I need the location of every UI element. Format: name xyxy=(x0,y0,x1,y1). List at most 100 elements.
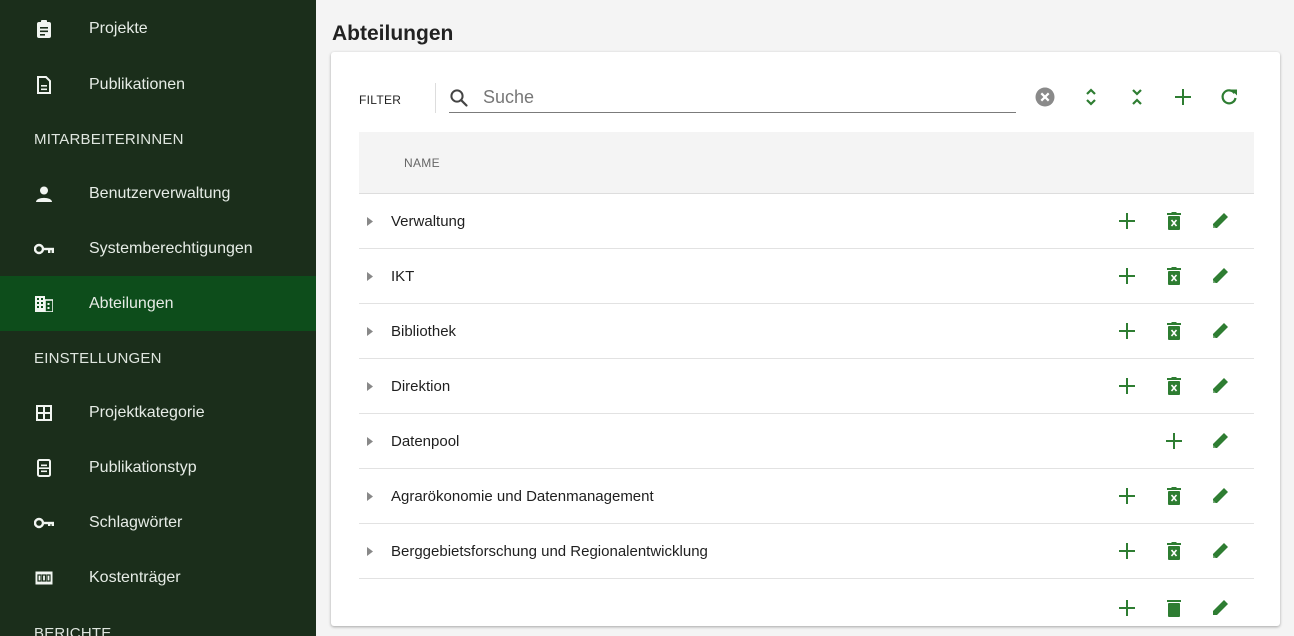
table-row[interactable]: Berggebietsforschung und Regionalentwick… xyxy=(359,524,1254,579)
expand-caret-icon[interactable] xyxy=(365,491,375,501)
add-subdepartment-button[interactable] xyxy=(1116,265,1138,287)
table-row-partial xyxy=(359,579,1254,626)
expand-all-button[interactable] xyxy=(1081,84,1101,110)
plus-icon xyxy=(1119,600,1135,616)
plus-icon xyxy=(1119,213,1135,229)
add-subdepartment-button[interactable] xyxy=(1116,375,1138,397)
delete-button[interactable] xyxy=(1163,265,1185,287)
add-subdepartment-button[interactable] xyxy=(1116,210,1138,232)
expand-caret-icon[interactable] xyxy=(365,271,375,281)
sidebar-item-abteilungen[interactable]: Abteilungen xyxy=(0,276,316,331)
pencil-icon xyxy=(1213,488,1228,503)
form-icon xyxy=(34,458,54,478)
sidebar-item-kostentraeger[interactable]: Kostenträger xyxy=(0,550,316,605)
table-row[interactable]: Datenpool xyxy=(359,414,1254,469)
counter-icon xyxy=(34,568,54,588)
delete-icon xyxy=(1167,377,1181,395)
plus-icon xyxy=(1119,378,1135,394)
clear-icon xyxy=(1035,87,1055,107)
clear-search-button[interactable] xyxy=(1035,84,1055,110)
add-subdepartment-button[interactable] xyxy=(1116,597,1138,619)
sidebar-item-systemberechtigungen[interactable]: Systemberechtigungen xyxy=(0,221,316,276)
toolbar-actions xyxy=(1035,84,1265,110)
department-name: Datenpool xyxy=(391,432,460,450)
expand-caret-icon[interactable] xyxy=(365,436,375,446)
sidebar-section-berichte: BERICHTE xyxy=(34,625,112,636)
add-department-button[interactable] xyxy=(1173,84,1193,110)
add-subdepartment-button[interactable] xyxy=(1116,540,1138,562)
edit-button[interactable] xyxy=(1209,265,1231,287)
filter-toolbar: FILTER xyxy=(359,76,1255,120)
delete-button[interactable] xyxy=(1163,597,1185,619)
row-actions xyxy=(1114,304,1254,359)
delete-button[interactable] xyxy=(1163,485,1185,507)
pencil-icon xyxy=(1213,543,1228,558)
edit-button[interactable] xyxy=(1209,597,1231,619)
sidebar-item-label: Projektkategorie xyxy=(89,403,205,421)
delete-button[interactable] xyxy=(1163,540,1185,562)
table-row[interactable]: Bibliothek xyxy=(359,304,1254,359)
clipboard-icon xyxy=(34,19,54,39)
table-row[interactable]: IKT xyxy=(359,249,1254,304)
key-icon xyxy=(34,239,54,259)
expand-caret-icon[interactable] xyxy=(365,546,375,556)
toolbar-divider xyxy=(435,83,437,113)
table-body: Verwaltung IKT Bibliothek Direktion Datenpoo… xyxy=(359,194,1254,626)
add-subdepartment-button[interactable] xyxy=(1116,485,1138,507)
edit-button[interactable] xyxy=(1209,320,1231,342)
sidebar-item-label: Systemberechtigungen xyxy=(89,239,253,257)
plus-icon xyxy=(1166,433,1182,449)
delete-button[interactable] xyxy=(1163,210,1185,232)
table-row[interactable]: Direktion xyxy=(359,359,1254,414)
search-field xyxy=(449,83,1016,113)
edit-button[interactable] xyxy=(1209,540,1231,562)
row-actions xyxy=(1114,249,1254,304)
sidebar-item-label: Schlagwörter xyxy=(89,513,183,531)
department-name: Bibliothek xyxy=(391,322,457,340)
unfold-less-icon xyxy=(1132,89,1142,105)
table-row[interactable]: Verwaltung xyxy=(359,194,1254,249)
row-actions xyxy=(1114,414,1254,469)
department-name: Verwaltung xyxy=(391,212,466,230)
expand-caret-icon[interactable] xyxy=(365,326,375,336)
delete-button[interactable] xyxy=(1163,320,1185,342)
delete-icon xyxy=(1167,542,1181,560)
unfold-more-icon xyxy=(1086,88,1096,106)
search-input[interactable] xyxy=(483,87,1003,108)
delete-icon xyxy=(1167,600,1181,617)
plus-icon xyxy=(1175,89,1191,105)
person-icon xyxy=(34,184,54,204)
table-row[interactable]: Agrarökonomie und Datenmanagement xyxy=(359,469,1254,524)
sidebar-item-label: Projekte xyxy=(89,19,148,37)
column-header-name[interactable]: NAME xyxy=(404,156,440,170)
search-icon xyxy=(449,88,469,108)
departments-table: NAME Verwaltung IKT Bibliothek Direktion Dat… xyxy=(359,132,1254,626)
edit-button[interactable] xyxy=(1209,485,1231,507)
row-actions xyxy=(1114,579,1254,626)
expand-caret-icon[interactable] xyxy=(365,216,375,226)
pencil-icon xyxy=(1213,213,1228,228)
collapse-all-button[interactable] xyxy=(1127,84,1147,110)
refresh-button[interactable] xyxy=(1219,84,1239,110)
sidebar-item-projektkategorie[interactable]: Projektkategorie xyxy=(0,385,316,440)
sidebar-item-publikationen[interactable]: Publikationen xyxy=(0,57,316,112)
sidebar-item-label: Kostenträger xyxy=(89,568,181,586)
sidebar-item-benutzerverwaltung[interactable]: Benutzerverwaltung xyxy=(0,166,316,221)
department-name: Berggebietsforschung und Regionalentwick… xyxy=(391,542,708,560)
expand-caret-icon[interactable] xyxy=(365,381,375,391)
sidebar-item-projekte[interactable]: Projekte xyxy=(0,0,316,57)
edit-button[interactable] xyxy=(1209,430,1231,452)
delete-button[interactable] xyxy=(1163,375,1185,397)
sidebar-item-label: Publikationen xyxy=(89,75,186,93)
add-subdepartment-button[interactable] xyxy=(1163,430,1185,452)
sidebar-item-publikationstyp[interactable]: Publikationstyp xyxy=(0,440,316,495)
pencil-icon xyxy=(1213,378,1228,393)
add-subdepartment-button[interactable] xyxy=(1116,320,1138,342)
document-icon xyxy=(34,75,54,95)
sidebar-item-schlagwoerter[interactable]: Schlagwörter xyxy=(0,495,316,550)
edit-button[interactable] xyxy=(1209,375,1231,397)
grid-icon xyxy=(34,403,54,423)
department-name: IKT xyxy=(391,267,415,285)
pencil-icon xyxy=(1213,433,1228,448)
edit-button[interactable] xyxy=(1209,210,1231,232)
